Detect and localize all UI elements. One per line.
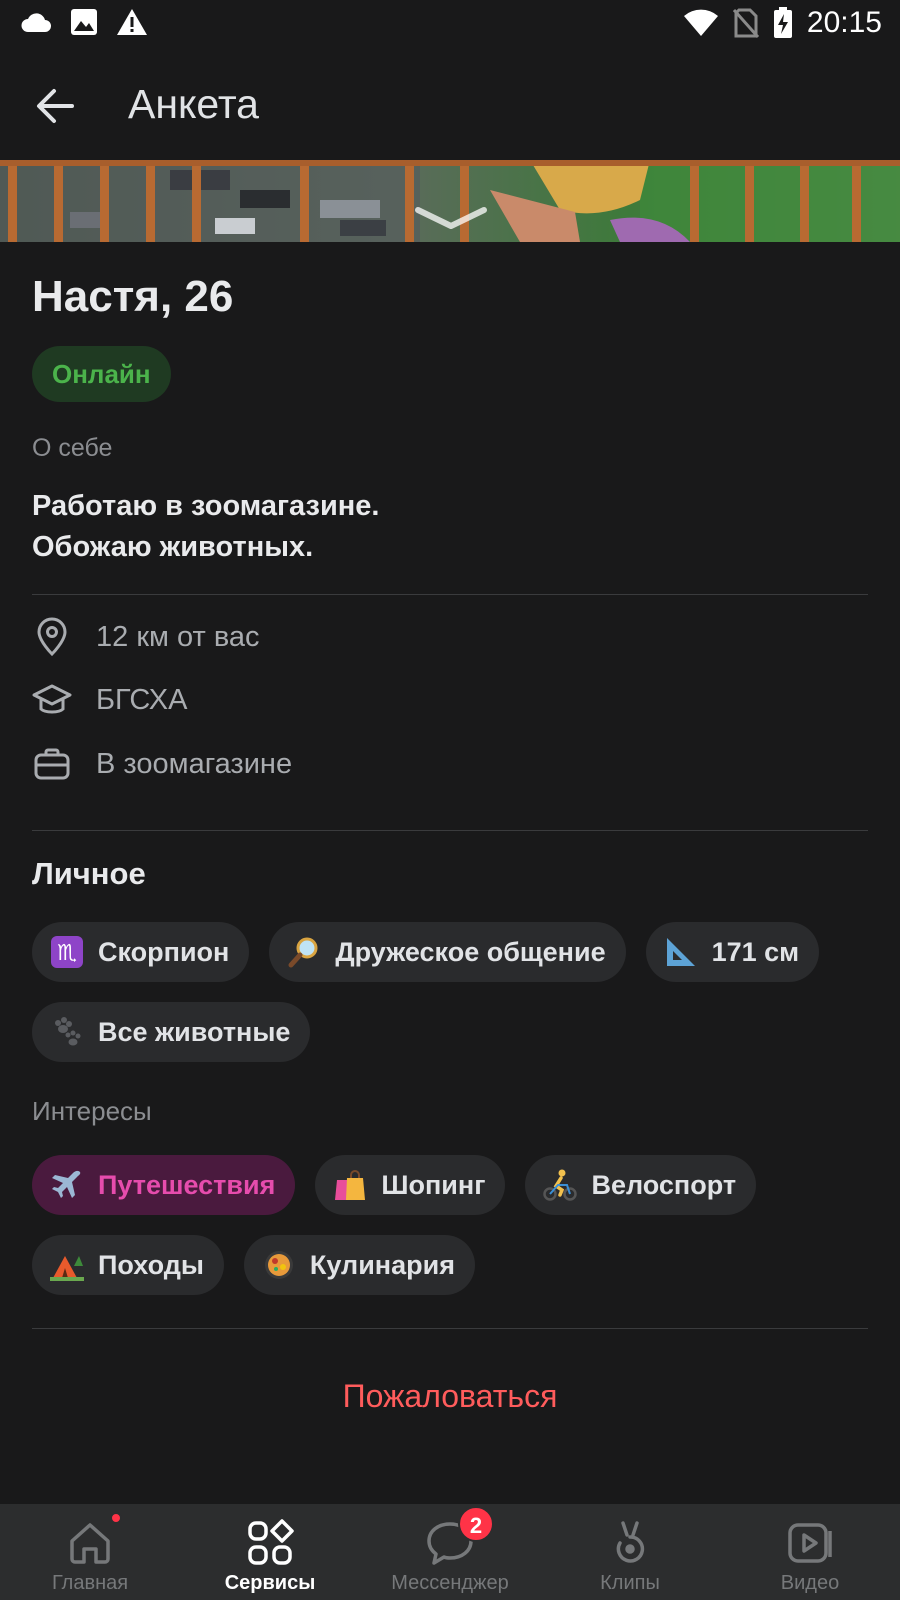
- no-sim-icon: [732, 8, 759, 38]
- image-icon: [71, 9, 97, 35]
- svg-text:♏: ♏: [57, 941, 77, 966]
- arrow-left-icon: [37, 89, 74, 123]
- chip-label: Походы: [98, 1249, 204, 1280]
- chip-label: 171 см: [711, 936, 800, 967]
- interests-chips: Путешествия Шопинг Велоспорт Походы Кули…: [32, 1155, 872, 1295]
- ruler-triangle-icon: [664, 935, 698, 969]
- graduation-cap-icon: [32, 680, 72, 720]
- food-pan-icon: [262, 1248, 296, 1282]
- info-row-work: В зоомагазине: [32, 739, 292, 789]
- nav-services[interactable]: Сервисы: [180, 1504, 360, 1600]
- chevron-down-icon[interactable]: [412, 204, 490, 232]
- warning-icon: [117, 9, 147, 35]
- chip-hiking[interactable]: Походы: [32, 1235, 224, 1295]
- cloud-icon: [21, 13, 51, 32]
- chip-label: Дружеское общение: [335, 936, 606, 967]
- chip-zodiac[interactable]: ♏ Скорпион: [32, 922, 250, 982]
- nav-messenger[interactable]: Мессенджер: [360, 1504, 540, 1600]
- chip-label: Скорпион: [98, 936, 230, 967]
- nav-label: Сервисы: [224, 1572, 316, 1594]
- video-play-icon: [785, 1518, 835, 1568]
- nav-label: Мессенджер: [391, 1572, 509, 1594]
- status-time: 20:15: [806, 6, 882, 39]
- about-label: О себе: [32, 434, 113, 462]
- chip-height[interactable]: 171 см: [645, 922, 820, 982]
- paw-prints-icon: [50, 1015, 84, 1049]
- about-line: Работаю в зоомагазине.: [32, 490, 380, 522]
- chip-pets[interactable]: Все животные: [32, 1002, 311, 1062]
- nav-label: Видео: [780, 1572, 840, 1594]
- nav-video[interactable]: Видео: [720, 1504, 900, 1600]
- scorpio-icon: ♏: [50, 935, 84, 969]
- magnifier-icon: [287, 935, 321, 969]
- chip-cycling[interactable]: Велоспорт: [525, 1155, 757, 1215]
- chip-goal[interactable]: Дружеское общение: [269, 922, 626, 982]
- chip-shopping[interactable]: Шопинг: [315, 1155, 506, 1215]
- about-line: Обожаю животных.: [32, 531, 314, 563]
- location-pin-icon: [32, 617, 72, 657]
- chip-label: Путешествия: [98, 1169, 276, 1200]
- personal-section-title: Личное: [32, 856, 146, 891]
- page-title: Анкета: [128, 81, 259, 127]
- online-status-badge: Онлайн: [32, 346, 171, 402]
- chip-label: Велоспорт: [591, 1169, 737, 1200]
- nav-home[interactable]: Главная: [0, 1504, 180, 1600]
- report-button[interactable]: Пожаловаться: [0, 1378, 900, 1415]
- camping-tent-icon: [50, 1248, 84, 1282]
- nav-clips[interactable]: Клипы: [540, 1504, 720, 1600]
- shopping-bags-icon: [333, 1168, 367, 1202]
- bottom-navigation: Главная Сервисы Мессенджер Клипы Видео 2: [0, 1504, 900, 1600]
- info-text: БГСХА: [96, 683, 188, 716]
- info-row-education: БГСХА: [32, 675, 187, 725]
- cyclist-icon: [543, 1168, 578, 1202]
- back-button[interactable]: [30, 80, 82, 132]
- status-bar: 20:15: [0, 0, 900, 50]
- chip-label: Кулинария: [309, 1249, 455, 1280]
- wifi-icon: [683, 9, 718, 36]
- home-icon: [65, 1518, 115, 1568]
- briefcase-icon: [32, 744, 72, 784]
- about-text: Работаю в зоомагазине. Обожаю животных.: [32, 486, 852, 568]
- clips-icon: [605, 1518, 655, 1568]
- divider: [32, 594, 868, 595]
- divider: [32, 1328, 868, 1329]
- info-row-distance: 12 км от вас: [32, 612, 260, 662]
- divider: [32, 830, 868, 831]
- battery-charging-icon: [773, 7, 792, 38]
- messenger-count-badge: 2: [458, 1506, 494, 1542]
- services-grid-icon: [245, 1518, 295, 1568]
- info-text: В зоомагазине: [96, 747, 293, 780]
- profile-name: Настя, 26: [32, 272, 234, 321]
- chip-label: Все животные: [98, 1016, 291, 1047]
- info-text: 12 км от вас: [96, 620, 260, 653]
- chip-label: Шопинг: [381, 1169, 486, 1200]
- nav-label: Главная: [51, 1572, 129, 1594]
- app-header: Анкета: [0, 60, 900, 150]
- airplane-icon: [50, 1168, 84, 1202]
- profile-photo[interactable]: [0, 160, 900, 242]
- interests-label: Интересы: [32, 1096, 152, 1126]
- chip-travel[interactable]: Путешествия: [32, 1155, 296, 1215]
- nav-label: Клипы: [600, 1572, 660, 1594]
- notification-dot: [110, 1512, 122, 1524]
- chip-cooking[interactable]: Кулинария: [243, 1235, 475, 1295]
- personal-chips: ♏ Скорпион Дружеское общение 171 см Все …: [32, 922, 872, 1062]
